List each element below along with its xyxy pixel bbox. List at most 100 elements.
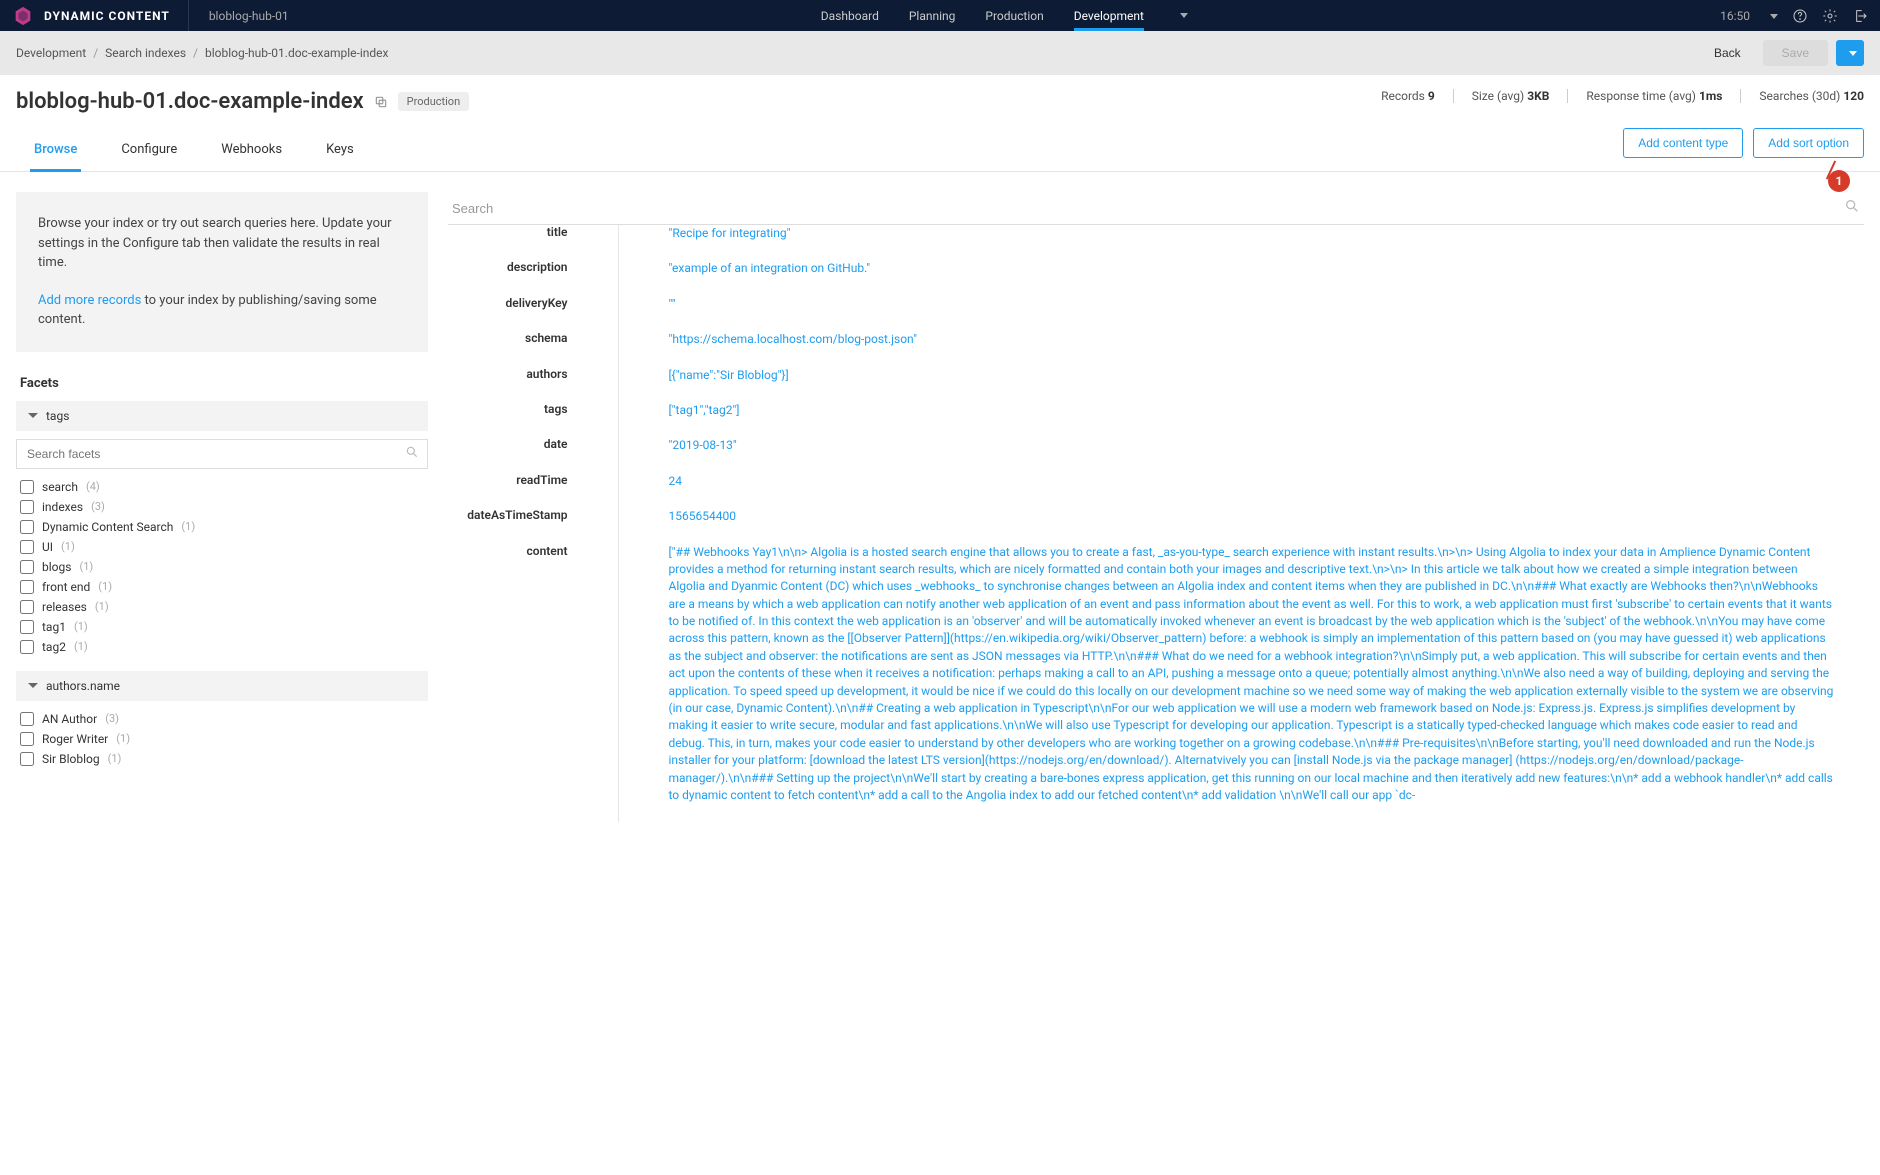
record-field-value: "" bbox=[618, 296, 1864, 331]
facet-count: (4) bbox=[86, 480, 100, 493]
facet-item[interactable]: search (4) bbox=[20, 477, 428, 497]
facet-item[interactable]: blogs (1) bbox=[20, 557, 428, 577]
record-field-label: dateAsTimeStamp bbox=[448, 508, 618, 543]
facet-label: search bbox=[42, 480, 78, 494]
facet-count: (3) bbox=[105, 712, 119, 725]
nav-dashboard[interactable]: Dashboard bbox=[821, 0, 879, 31]
facet-checkbox[interactable] bbox=[20, 732, 34, 746]
record-field-label: date bbox=[448, 437, 618, 472]
add-more-records-link[interactable]: Add more records bbox=[38, 293, 141, 308]
record-field-value: ["## Webhooks Yay1\n\n> Algolia is a hos… bbox=[618, 544, 1864, 823]
breadcrumb-bar: Development / Search indexes / bloblog-h… bbox=[0, 31, 1880, 75]
facet-count: (1) bbox=[108, 752, 122, 765]
search-row bbox=[448, 192, 1864, 225]
record-field-label: title bbox=[448, 225, 618, 260]
facet-checkbox[interactable] bbox=[20, 520, 34, 534]
chevron-down-icon bbox=[1180, 13, 1188, 18]
record-table: title"Recipe for integrating"description… bbox=[448, 225, 1864, 822]
facet-item[interactable]: Dynamic Content Search(1) bbox=[20, 517, 428, 537]
facet-item[interactable]: tag2(1) bbox=[20, 637, 428, 657]
facet-group-tags[interactable]: tags bbox=[16, 401, 428, 431]
chevron-down-icon bbox=[1770, 14, 1778, 19]
record-field-label: schema bbox=[448, 331, 618, 366]
record-field-value: "2019-08-13" bbox=[618, 437, 1864, 472]
facet-search-input[interactable] bbox=[17, 440, 405, 468]
nav-more[interactable] bbox=[1174, 0, 1188, 31]
facet-label: releases bbox=[42, 600, 87, 614]
facet-checkbox[interactable] bbox=[20, 712, 34, 726]
facet-count: (1) bbox=[95, 600, 109, 613]
facet-count: (1) bbox=[79, 560, 93, 573]
facets-title: Facets bbox=[20, 376, 428, 391]
facet-item[interactable]: Sir Bloblog(1) bbox=[20, 749, 428, 769]
chevron-down-icon bbox=[28, 683, 38, 688]
record-field-label: authors bbox=[448, 367, 618, 402]
facet-checkbox[interactable] bbox=[20, 752, 34, 766]
breadcrumb: Development / Search indexes / bloblog-h… bbox=[16, 46, 388, 60]
record-field-value: 24 bbox=[618, 473, 1864, 508]
env-badge: Production bbox=[398, 92, 469, 111]
facet-checkbox[interactable] bbox=[20, 640, 34, 654]
facet-label: tag2 bbox=[42, 640, 66, 654]
facet-label: indexes bbox=[42, 500, 83, 514]
page-title: bloblog-hub-01.doc-example-index bbox=[16, 89, 364, 114]
save-dropdown-button[interactable] bbox=[1836, 40, 1864, 66]
facet-label: blogs bbox=[42, 560, 71, 574]
facet-item[interactable]: front end(1) bbox=[20, 577, 428, 597]
logout-icon[interactable] bbox=[1852, 8, 1868, 24]
hub-name[interactable]: bloblog-hub-01 bbox=[188, 0, 289, 31]
facet-label: Roger Writer bbox=[42, 732, 108, 746]
facet-item[interactable]: indexes (3) bbox=[20, 497, 428, 517]
facet-checkbox[interactable] bbox=[20, 600, 34, 614]
facet-checkbox[interactable] bbox=[20, 540, 34, 554]
record-field-label: content bbox=[448, 544, 618, 823]
facet-search[interactable] bbox=[16, 439, 428, 469]
record-field-value: 1565654400 bbox=[618, 508, 1864, 543]
save-button: Save bbox=[1763, 40, 1828, 66]
nav-production[interactable]: Production bbox=[985, 0, 1043, 31]
chevron-down-icon bbox=[28, 413, 38, 418]
crumb-search-indexes[interactable]: Search indexes bbox=[105, 46, 186, 60]
copy-icon[interactable] bbox=[374, 95, 388, 109]
record-field-value: "https://schema.localhost.com/blog-post.… bbox=[618, 331, 1864, 366]
record-field-label: readTime bbox=[448, 473, 618, 508]
facet-item[interactable]: AN Author(3) bbox=[20, 709, 428, 729]
facet-checkbox[interactable] bbox=[20, 480, 34, 494]
facet-count: (1) bbox=[74, 620, 88, 633]
clock-dropdown[interactable] bbox=[1764, 9, 1778, 23]
facet-item[interactable]: tag1(1) bbox=[20, 617, 428, 637]
facet-count: (3) bbox=[91, 500, 105, 513]
add-content-type-button[interactable]: Add content type bbox=[1623, 128, 1743, 158]
nav-development[interactable]: Development bbox=[1074, 0, 1144, 31]
facet-item[interactable]: Roger Writer (1) bbox=[20, 729, 428, 749]
facet-count: (1) bbox=[116, 732, 130, 745]
facet-checkbox[interactable] bbox=[20, 560, 34, 574]
crumb-development[interactable]: Development bbox=[16, 46, 86, 60]
facet-checkbox[interactable] bbox=[20, 620, 34, 634]
facet-label: front end bbox=[42, 580, 90, 594]
record-field-label: tags bbox=[448, 402, 618, 437]
back-button[interactable]: Back bbox=[1700, 40, 1755, 66]
chevron-down-icon bbox=[1849, 51, 1857, 56]
record-field-value: [{"name":"Sir Bloblog"}] bbox=[618, 367, 1864, 402]
facet-count: (1) bbox=[61, 540, 75, 553]
search-icon[interactable] bbox=[405, 445, 427, 463]
facet-count: (1) bbox=[181, 520, 195, 533]
browse-info-box: Browse your index or try out search quer… bbox=[16, 192, 428, 352]
crumb-current: bloblog-hub-01.doc-example-index bbox=[205, 46, 389, 60]
brand-label: DYNAMIC CONTENT bbox=[44, 9, 170, 23]
record-field-value: "example of an integration on GitHub." bbox=[618, 260, 1864, 295]
search-input[interactable] bbox=[452, 201, 1844, 216]
app-logo-icon bbox=[12, 5, 34, 27]
facet-checkbox[interactable] bbox=[20, 580, 34, 594]
facet-item[interactable]: releases (1) bbox=[20, 597, 428, 617]
facet-item[interactable]: UI(1) bbox=[20, 537, 428, 557]
add-sort-option-button[interactable]: Add sort option bbox=[1753, 128, 1864, 158]
nav-planning[interactable]: Planning bbox=[909, 0, 956, 31]
facet-group-authors[interactable]: authors.name bbox=[16, 671, 428, 701]
gear-icon[interactable] bbox=[1822, 8, 1838, 24]
facet-checkbox[interactable] bbox=[20, 500, 34, 514]
search-icon[interactable] bbox=[1844, 198, 1860, 218]
record-field-value: "Recipe for integrating" bbox=[618, 225, 1864, 260]
help-icon[interactable] bbox=[1792, 8, 1808, 24]
